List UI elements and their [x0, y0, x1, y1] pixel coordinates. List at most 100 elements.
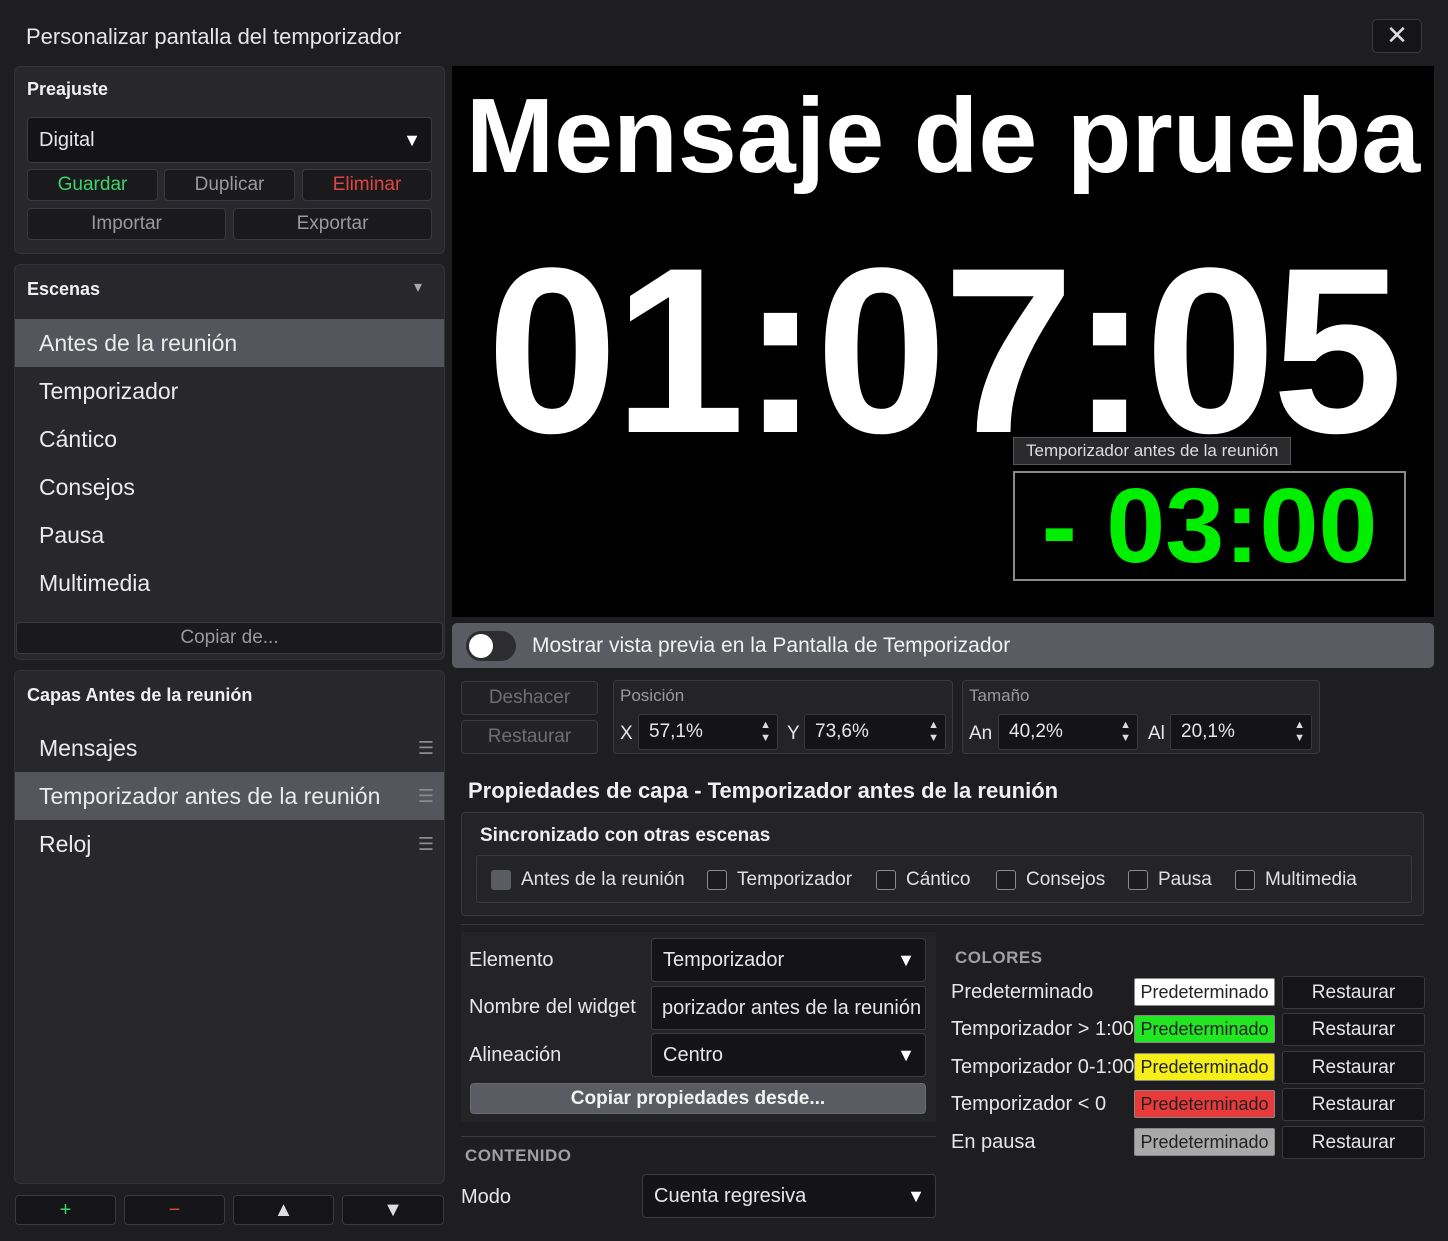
widget-selection-box[interactable]: - 03:00	[1013, 467, 1406, 585]
alignment-label: Alineación	[469, 1044, 562, 1066]
toggle-knob	[469, 633, 493, 658]
save-button[interactable]: Guardar	[27, 169, 158, 201]
color-swatch[interactable]: Predeterminado	[1134, 1090, 1275, 1118]
alignment-dropdown[interactable]: Centro ▼	[651, 1033, 926, 1077]
import-button[interactable]: Importar	[27, 208, 226, 240]
y-input[interactable]: 73,6% ▲ ▼	[804, 714, 946, 750]
scene-list: Antes de la reunión Temporizador Cántico…	[15, 319, 444, 607]
color-swatch[interactable]: Predeterminado	[1134, 1128, 1275, 1156]
preview-toggle-bar: Mostrar vista previa en la Pantalla de T…	[452, 623, 1434, 668]
drag-handle-icon[interactable]: ☰	[418, 834, 434, 855]
sync-checkbox[interactable]: Temporizador	[707, 869, 852, 891]
scene-item[interactable]: Cántico	[15, 415, 444, 463]
stepper-icon[interactable]: ▲ ▼	[1294, 719, 1305, 745]
checkbox[interactable]	[996, 870, 1016, 890]
sync-title: Sincronizado con otras escenas	[480, 825, 771, 846]
color-row-label: Temporizador < 0	[951, 1093, 1107, 1115]
divider	[461, 924, 1424, 925]
preview-toggle[interactable]	[466, 630, 516, 661]
element-dropdown[interactable]: Temporizador ▼	[651, 938, 926, 982]
color-restore-button[interactable]: Restaurar	[1282, 1126, 1425, 1159]
element-label: Elemento	[469, 949, 554, 971]
drag-handle-icon[interactable]: ☰	[418, 786, 434, 807]
color-swatch[interactable]: Predeterminado	[1134, 1053, 1275, 1081]
checkbox[interactable]	[876, 870, 896, 890]
scene-item[interactable]: Multimedia	[15, 559, 444, 607]
copy-properties-button[interactable]: Copiar propiedades desde...	[470, 1083, 926, 1114]
sync-options: Antes de la reunión Temporizador Cántico…	[476, 855, 1412, 903]
scene-item[interactable]: Antes de la reunión	[15, 319, 444, 367]
add-layer-button[interactable]: +	[15, 1195, 116, 1225]
checkbox[interactable]	[707, 870, 727, 890]
sync-checkbox[interactable]: Cántico	[876, 869, 970, 891]
window-title: Personalizar pantalla del temporizador	[26, 24, 402, 49]
sync-checkbox[interactable]: Antes de la reunión	[491, 869, 685, 891]
chevron-down-icon: ▼	[907, 1185, 925, 1206]
x-label: X	[620, 723, 633, 744]
chevron-down-icon: ▼	[897, 949, 915, 970]
position-group: Posición X 57,1% ▲ ▼ Y 73,6% ▲ ▼	[613, 680, 953, 754]
copy-from-button[interactable]: Copiar de...	[16, 622, 443, 654]
x-input[interactable]: 57,1% ▲ ▼	[638, 714, 778, 750]
delete-button[interactable]: Eliminar	[302, 169, 432, 201]
timer-preview: Mensaje de prueba 01:07:05 Temporizador …	[452, 66, 1434, 617]
stepper-icon[interactable]: ▲ ▼	[1120, 719, 1131, 745]
color-restore-button[interactable]: Restaurar	[1282, 1088, 1425, 1121]
close-icon: ✕	[1386, 20, 1408, 50]
preset-panel: Preajuste Digital ▼ Guardar Duplicar Eli…	[14, 66, 445, 254]
color-swatch[interactable]: Predeterminado	[1134, 1015, 1275, 1043]
restore-button[interactable]: Restaurar	[461, 720, 598, 754]
move-up-button[interactable]: ▲	[233, 1195, 334, 1225]
mode-label: Modo	[461, 1186, 512, 1208]
layer-item[interactable]: Mensajes ☰	[15, 724, 444, 772]
color-restore-button[interactable]: Restaurar	[1282, 1051, 1425, 1084]
export-button[interactable]: Exportar	[233, 208, 432, 240]
content-title: CONTENIDO	[465, 1146, 572, 1165]
scene-item[interactable]: Pausa	[15, 511, 444, 559]
width-label: An	[969, 723, 993, 744]
width-input[interactable]: 40,2% ▲ ▼	[998, 714, 1138, 750]
stepper-icon[interactable]: ▲ ▼	[928, 719, 939, 745]
layer-item[interactable]: Temporizador antes de la reunión ☰	[15, 772, 444, 820]
color-row: En pausa Predeterminado Restaurar	[951, 1126, 1425, 1160]
move-down-button[interactable]: ▼	[342, 1195, 444, 1225]
color-restore-button[interactable]: Restaurar	[1282, 1013, 1425, 1046]
colors-title: COLORES	[955, 948, 1043, 967]
plus-icon: +	[59, 1198, 72, 1221]
checkbox[interactable]	[1235, 870, 1255, 890]
color-restore-button[interactable]: Restaurar	[1282, 976, 1425, 1009]
size-group: Tamaño An 40,2% ▲ ▼ Al 20,1% ▲ ▼	[962, 680, 1320, 754]
undo-button[interactable]: Deshacer	[461, 681, 598, 715]
collapse-icon[interactable]: ▾	[414, 277, 422, 297]
scene-item[interactable]: Consejos	[15, 463, 444, 511]
minus-icon: −	[168, 1198, 181, 1221]
height-input[interactable]: 20,1% ▲ ▼	[1170, 714, 1312, 750]
layers-panel: Capas Antes de la reunión Mensajes ☰ Temp…	[14, 670, 445, 1184]
scene-item[interactable]: Temporizador	[15, 367, 444, 415]
sync-checkbox[interactable]: Pausa	[1128, 869, 1212, 891]
element-section: Elemento Temporizador ▼ Nombre del widge…	[461, 932, 936, 1122]
preset-dropdown[interactable]: Digital ▼	[27, 117, 432, 163]
color-swatch[interactable]: Predeterminado	[1134, 978, 1275, 1006]
sync-checkbox[interactable]: Multimedia	[1235, 869, 1357, 891]
widget-name-input[interactable]: porizador antes de la reunión	[651, 986, 926, 1030]
stepper-icon[interactable]: ▲ ▼	[760, 719, 771, 745]
layer-props-title: Propiedades de capa - Temporizador antes…	[468, 778, 1059, 803]
arrow-up-icon: ▲	[273, 1198, 294, 1221]
close-button[interactable]: ✕	[1372, 19, 1422, 53]
remove-layer-button[interactable]: −	[124, 1195, 225, 1225]
drag-handle-icon[interactable]: ☰	[418, 738, 434, 759]
sync-checkbox[interactable]: Consejos	[996, 869, 1105, 891]
checkbox[interactable]	[1128, 870, 1148, 890]
mode-dropdown[interactable]: Cuenta regresiva ▼	[642, 1174, 936, 1218]
layer-list: Mensajes ☰ Temporizador antes de la reuni…	[15, 724, 444, 868]
preview-countdown: - 03:00	[1041, 467, 1378, 585]
chevron-down-icon: ▼	[403, 129, 421, 150]
color-row-label: Temporizador > 1:00	[951, 1018, 1134, 1040]
checkbox[interactable]	[491, 870, 511, 890]
duplicate-button[interactable]: Duplicar	[164, 169, 295, 201]
color-row: Predeterminado Predeterminado Restaurar	[951, 976, 1425, 1010]
color-row-label: Predeterminado	[951, 981, 1094, 1003]
color-row: Temporizador < 0 Predeterminado Restaura…	[951, 1088, 1425, 1122]
layer-item[interactable]: Reloj ☰	[15, 820, 444, 868]
